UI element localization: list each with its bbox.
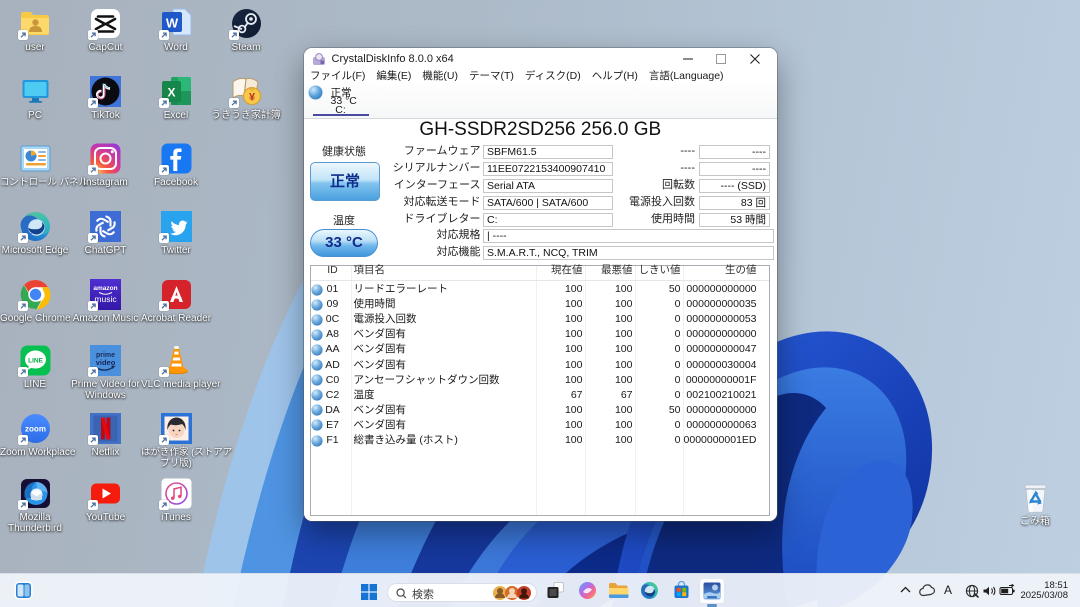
svg-text:W: W — [165, 16, 178, 31]
svg-text:¥: ¥ — [248, 91, 255, 103]
svg-text:amazon: amazon — [93, 285, 117, 292]
svg-text:zoom: zoom — [25, 424, 46, 433]
svg-text:LINE: LINE — [28, 357, 43, 364]
svg-text:X: X — [167, 85, 175, 99]
